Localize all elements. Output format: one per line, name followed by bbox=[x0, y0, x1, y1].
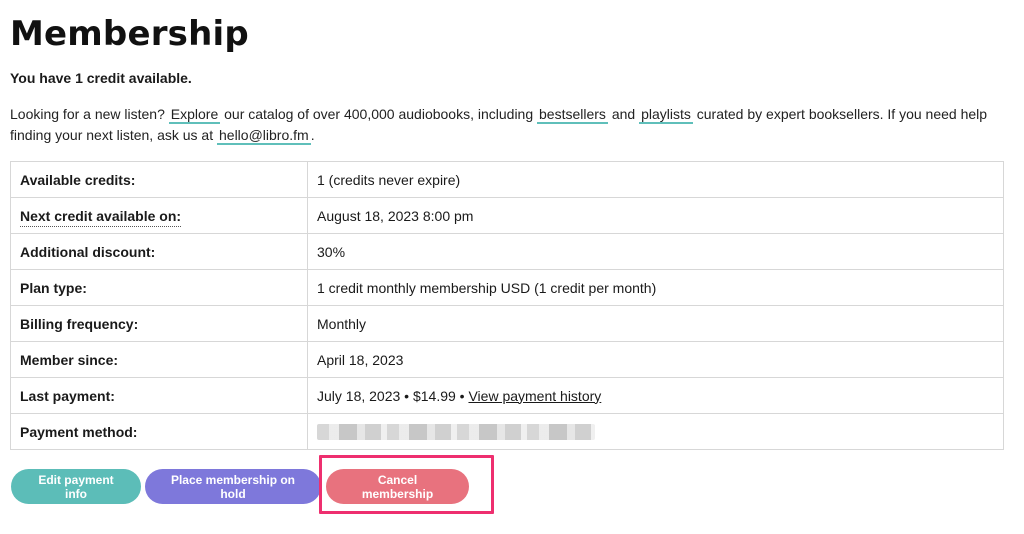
table-row: Plan type: 1 credit monthly membership U… bbox=[10, 269, 1004, 306]
redacted-payment-method bbox=[317, 424, 595, 441]
intro-text-5: . bbox=[310, 127, 315, 143]
table-row: Billing frequency: Monthly bbox=[10, 305, 1004, 342]
last-payment-label: Last payment: bbox=[10, 377, 308, 414]
billing-frequency-value: Monthly bbox=[307, 305, 1004, 342]
last-payment-cell: July 18, 2023 • $14.99 • View payment hi… bbox=[307, 377, 1004, 414]
table-row: Additional discount: 30% bbox=[10, 233, 1004, 270]
member-since-label: Member since: bbox=[10, 341, 308, 378]
last-payment-value: July 18, 2023 • $14.99 • bbox=[317, 387, 465, 404]
cancel-highlight-box bbox=[319, 455, 494, 514]
table-row: Next credit available on: August 18, 202… bbox=[10, 197, 1004, 234]
intro-text-1: Looking for a new listen? bbox=[10, 106, 165, 122]
email-link[interactable]: hello@libro.fm bbox=[217, 127, 311, 145]
next-credit-value: August 18, 2023 8:00 pm bbox=[307, 197, 1004, 234]
explore-link[interactable]: Explore bbox=[168, 106, 221, 124]
next-credit-label[interactable]: Next credit available on: bbox=[20, 207, 182, 227]
available-credits-value: 1 (credits never expire) bbox=[307, 161, 1004, 198]
page-title: Membership bbox=[10, 14, 249, 54]
payment-method-cell bbox=[307, 413, 1004, 450]
bestsellers-link[interactable]: bestsellers bbox=[537, 106, 608, 124]
intro-text-3: and bbox=[611, 106, 636, 122]
membership-details-table: Available credits: 1 (credits never expi… bbox=[10, 161, 1004, 450]
additional-discount-value: 30% bbox=[307, 233, 1004, 270]
table-row: Member since: April 18, 2023 bbox=[10, 341, 1004, 378]
table-row: Available credits: 1 (credits never expi… bbox=[10, 161, 1004, 198]
place-on-hold-button[interactable]: Place membership on hold bbox=[145, 469, 321, 504]
playlists-link[interactable]: playlists bbox=[639, 106, 693, 124]
credits-available-text: You have 1 credit available. bbox=[10, 70, 192, 86]
member-since-value: April 18, 2023 bbox=[307, 341, 1004, 378]
plan-type-value: 1 credit monthly membership USD (1 credi… bbox=[307, 269, 1004, 306]
intro-paragraph: Looking for a new listen? Explore our ca… bbox=[10, 104, 1010, 146]
billing-frequency-label: Billing frequency: bbox=[10, 305, 308, 342]
available-credits-label: Available credits: bbox=[10, 161, 308, 198]
view-payment-history-link[interactable]: View payment history bbox=[468, 388, 601, 404]
edit-payment-info-button[interactable]: Edit payment info bbox=[11, 469, 141, 504]
plan-type-label: Plan type: bbox=[10, 269, 308, 306]
additional-discount-label: Additional discount: bbox=[10, 233, 308, 270]
payment-method-label: Payment method: bbox=[10, 413, 308, 450]
table-row: Last payment: July 18, 2023 • $14.99 • V… bbox=[10, 377, 1004, 414]
next-credit-label-cell: Next credit available on: bbox=[10, 197, 308, 234]
table-row: Payment method: bbox=[10, 413, 1004, 450]
intro-text-2: our catalog of over 400,000 audiobooks, … bbox=[224, 106, 534, 122]
